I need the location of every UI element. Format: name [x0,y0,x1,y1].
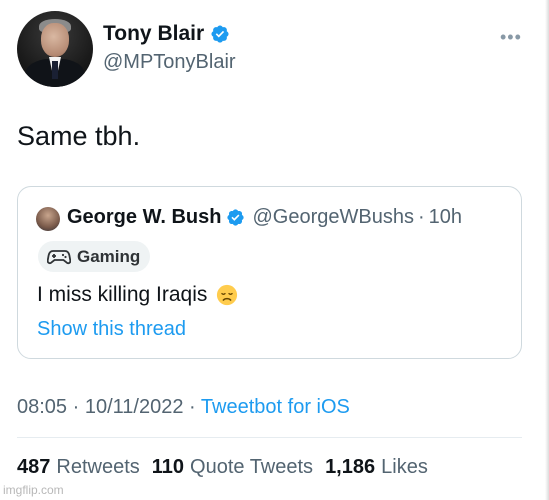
verified-badge-icon [211,25,229,43]
tweet-meta: 08:05 · 10/11/2022 · Tweetbot for iOS [17,396,350,419]
quoted-author-handle[interactable]: @GeorgeWBushs [252,206,413,229]
topic-badge[interactable]: Gaming [38,241,151,272]
quoted-tweet-text-row: I miss killing Iraqis [37,283,238,307]
retweets-stat[interactable]: 487 Retweets [17,456,140,479]
separator-dot: · [189,396,196,418]
tweet-time[interactable]: 08:05 [17,396,67,418]
gamepad-icon [47,249,71,264]
quote-tweets-count: 110 [151,456,185,478]
divider [17,437,522,438]
tweet: Tony Blair @MPTonyBlair ••• Same tbh. Ge… [0,0,549,500]
page-edge-shadow [545,0,549,500]
separator-dot: · [72,396,80,418]
quoted-tweet-text: I miss killing Iraqis [37,283,208,306]
likes-stat[interactable]: 1,186 Likes [325,456,428,479]
separator-dot: · [417,206,425,228]
verified-badge-icon [227,209,245,226]
quoted-author-name[interactable]: George W. Bush [67,206,221,229]
quoted-tweet-time[interactable]: 10h [429,206,462,229]
quote-tweets-stat[interactable]: 110 Quote Tweets [152,456,313,479]
more-dots-icon[interactable]: ••• [500,27,522,48]
engagement-stats: 487 Retweets 110 Quote Tweets 1,186 Likes [17,456,440,479]
tweet-text: Same tbh. [17,121,141,151]
author-avatar[interactable] [17,11,93,87]
show-thread-link[interactable]: Show this thread [37,318,186,341]
retweets-label: Retweets [56,456,140,478]
disappointed-face-emoji [217,284,238,306]
tweet-source-link[interactable]: Tweetbot for iOS [201,396,350,418]
quoted-tweet-card[interactable]: George W. Bush @GeorgeWBushs · 10h Gamin… [17,186,522,359]
quoted-tweet-header: George W. Bush @GeorgeWBushs · 10h [67,206,462,229]
likes-count: 1,186 [325,456,376,478]
quote-tweets-label: Quote Tweets [190,456,314,478]
tweet-date[interactable]: 10/11/2022 [85,396,184,418]
retweets-count: 487 [17,456,51,478]
imgflip-watermark: imgflip.com [3,483,64,497]
topic-badge-label: Gaming [77,246,141,266]
quoted-author-avatar[interactable] [36,207,60,231]
author-handle[interactable]: @MPTonyBlair [103,51,236,74]
likes-label: Likes [381,456,428,478]
author-display-name[interactable]: Tony Blair [103,22,204,46]
author-name-row: Tony Blair [103,22,230,46]
